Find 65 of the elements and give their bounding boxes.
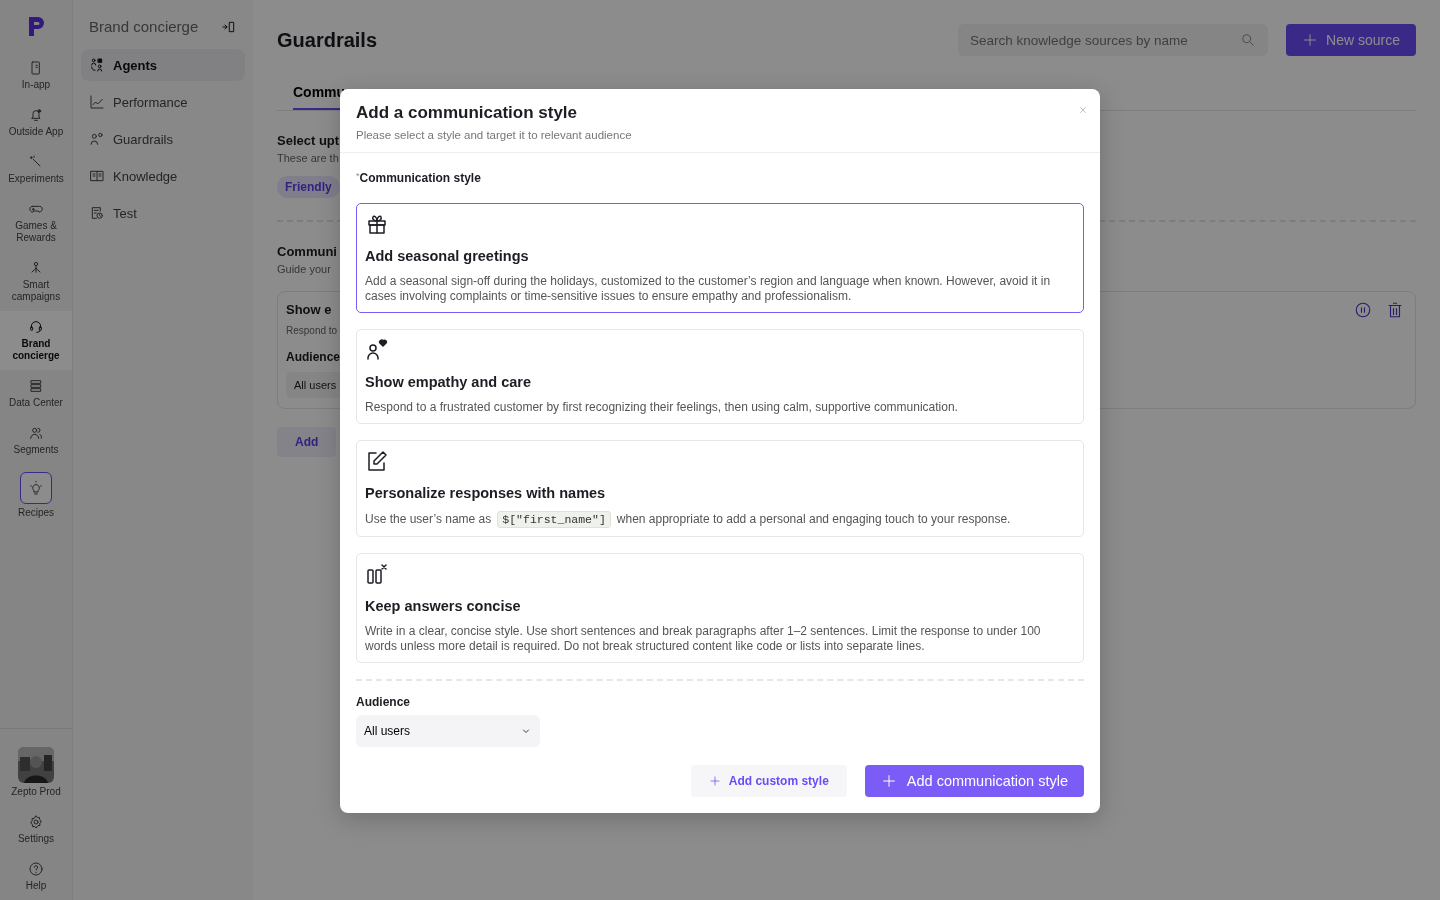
sidebar-item[interactable]: Performance (81, 86, 245, 118)
rail-item[interactable]: Brand concierge (0, 311, 72, 370)
test-icon (89, 205, 105, 221)
sidebar-item[interactable]: Knowledge (81, 160, 245, 192)
plus-icon (708, 775, 721, 787)
bell-icon (28, 107, 44, 123)
trash-icon (1386, 301, 1404, 319)
plus-icon (1302, 32, 1319, 48)
audience-label: Audience (286, 350, 340, 364)
section-description: Guide your (277, 263, 331, 275)
sidebar-item[interactable]: Guardrails (81, 123, 245, 155)
add-button[interactable]: Add (277, 427, 337, 457)
people-gear-icon (89, 131, 105, 147)
sidebar-item[interactable]: Test (81, 197, 245, 229)
users-icon (28, 425, 44, 441)
section-title: Select upt (277, 133, 340, 148)
rail-item[interactable]: Outside App (0, 99, 72, 146)
rail-item[interactable]: Recipes (0, 464, 72, 527)
database-icon (28, 378, 44, 394)
rail-item[interactable]: Experiments (0, 146, 72, 193)
bulb-glyph-icon (28, 480, 44, 496)
edit-icon (365, 449, 389, 473)
required-mark: * (356, 171, 360, 181)
card-description: Respond to (286, 325, 338, 336)
field-label: Communication style (359, 171, 481, 185)
columns-x-icon (365, 562, 389, 586)
plus-icon (880, 773, 897, 789)
book-icon (89, 168, 105, 184)
new-source-button[interactable]: New source (1286, 24, 1416, 56)
sidebar-item[interactable]: Agents (81, 49, 245, 81)
rail-item[interactable]: Help (0, 853, 72, 900)
rail-item[interactable]: Settings (0, 806, 72, 853)
gear-icon (28, 814, 44, 830)
person-heart-icon (365, 338, 389, 362)
rail-item[interactable]: Segments (0, 417, 72, 464)
style-option[interactable]: Show empathy and care Respond to a frustrated customer by first recognizing their feelings, then using calm, supportive communication. (356, 329, 1084, 424)
page-title: Guardrails (277, 28, 379, 52)
line-chart-icon (89, 94, 105, 110)
modal-subtitle: Please select a style and target it to relevant audience (356, 129, 632, 141)
search-field[interactable]: Search knowledge sources by name (958, 24, 1269, 56)
style-chip[interactable]: Friendly (277, 176, 340, 198)
add-communication-style-button[interactable]: Add communication style (864, 765, 1084, 797)
headset-icon (28, 319, 44, 335)
style-option[interactable]: Keep answers concise Write in a clear, concise style. Use short sentences and break paragraphs after 1–2 sentences. Limit the response to under 100 words unless more detail is required. Do not break structured content like code or lists into separate lines. (356, 553, 1084, 663)
modal-title: Add a communication style (356, 103, 578, 123)
help-icon (28, 861, 44, 877)
rail-item[interactable]: Zepto Prod (0, 739, 72, 806)
section-title: Communi (277, 244, 337, 259)
section-description: These are th (277, 152, 339, 164)
style-option[interactable]: Add seasonal greetings Add a seasonal sign-off during the holidays, customized to the customer’s region and language when known. However, avoid it in cases involving complaints or time-sensitive issues to ensure empathy and professionalism. (356, 203, 1084, 313)
rail-item[interactable]: Games & Rewards (0, 193, 72, 252)
close-icon (1078, 105, 1088, 115)
pause-icon (1354, 301, 1372, 319)
style-option[interactable]: Personalize responses with names Use the user’s name as $["first_name"] when appropriate to add a personal and engaging touch to your response. (356, 440, 1084, 537)
audience-select[interactable]: All users (356, 715, 540, 747)
rail-item[interactable]: In-app (0, 52, 72, 99)
card-title: Show e (286, 302, 332, 317)
rail-item[interactable]: Smart campaigns (0, 252, 72, 311)
logo-icon (27, 14, 45, 38)
agents-icon (89, 57, 105, 73)
search-icon (1240, 32, 1257, 48)
rail-item[interactable]: Data Center (0, 370, 72, 417)
audience-label: Audience (356, 695, 411, 709)
sidebar-title: Brand concierge (89, 18, 199, 35)
add-custom-style-button[interactable]: Add custom style (690, 765, 847, 797)
